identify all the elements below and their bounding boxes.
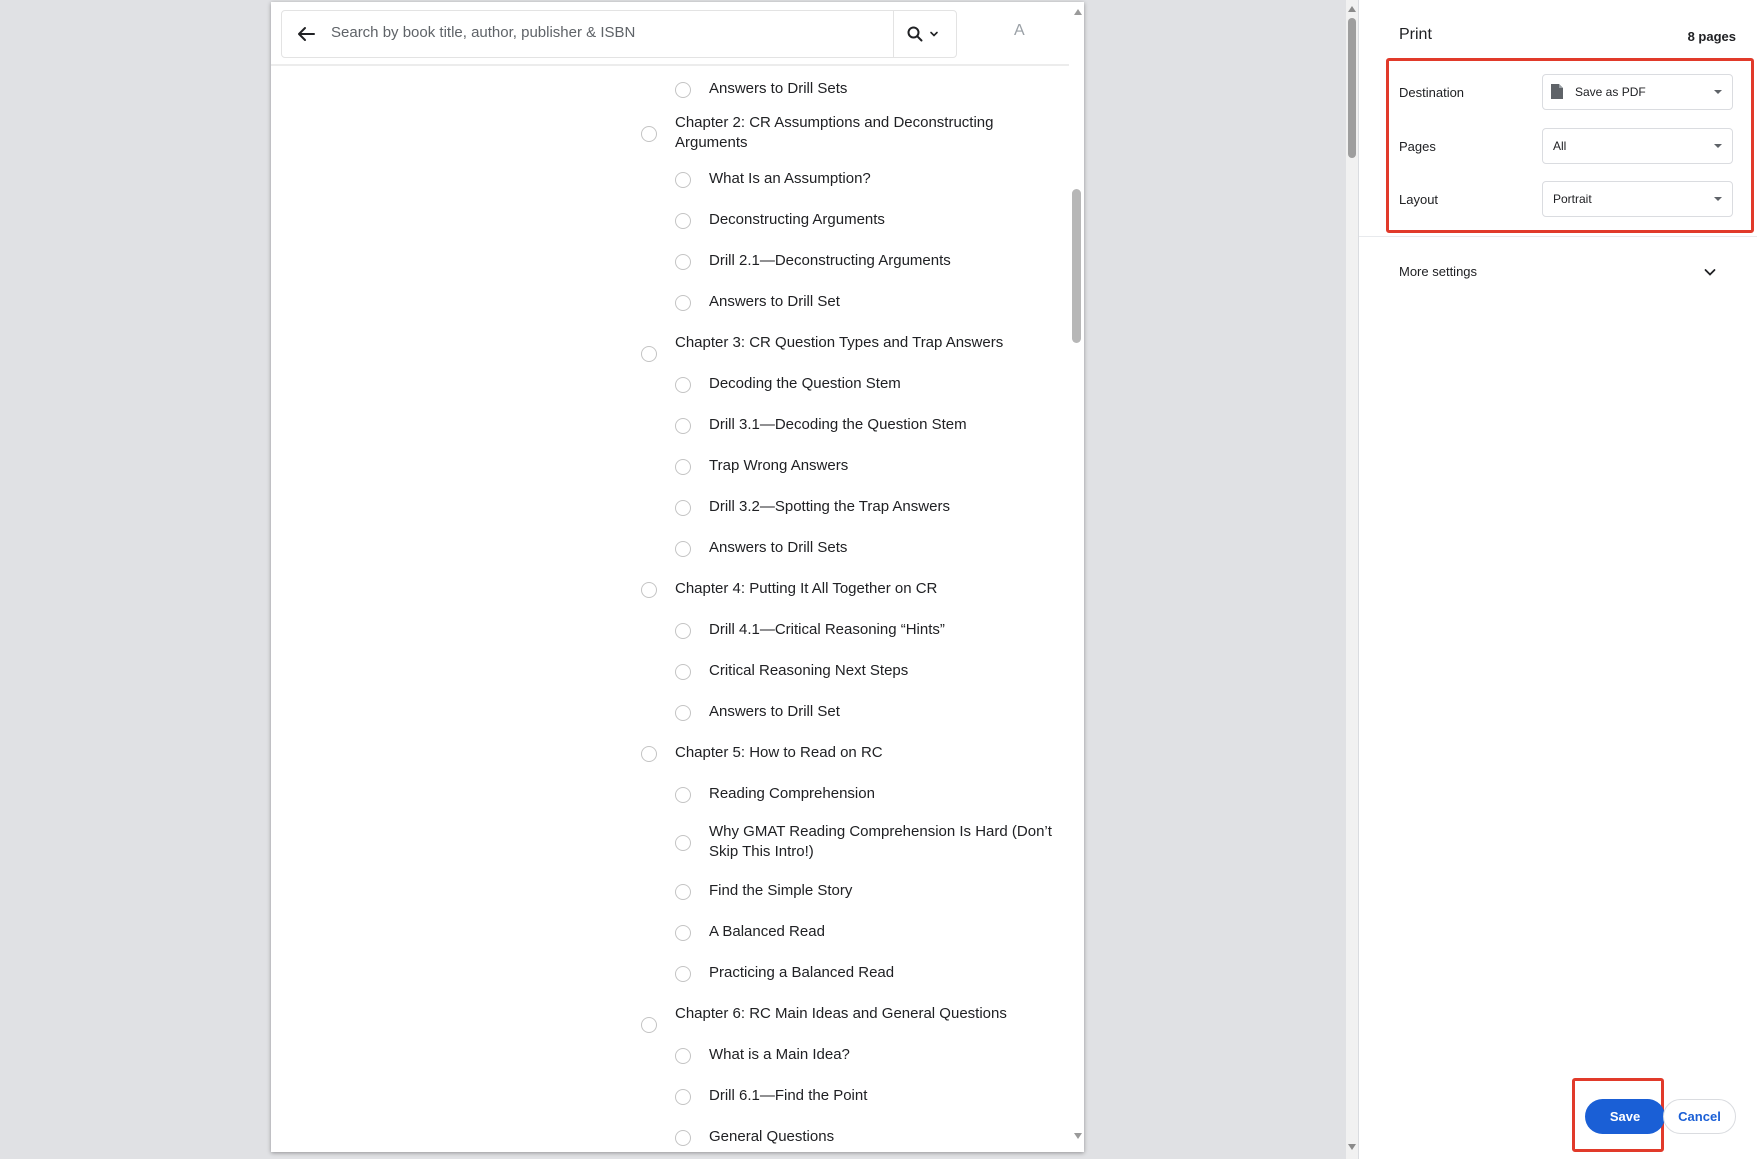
toc-item-label: Drill 3.1—Decoding the Question Stem (709, 416, 967, 433)
toc-item-label: Drill 4.1—Critical Reasoning “Hints” (709, 621, 945, 638)
toc-item-label: Trap Wrong Answers (709, 457, 849, 474)
toc-item-label: What is a Main Idea? (709, 1046, 850, 1063)
search-bar: Search by book title, author, publisher … (281, 10, 957, 58)
toc-item-label: Drill 3.2—Spotting the Trap Answers (709, 498, 950, 515)
print-title: Print (1399, 26, 1432, 43)
scroll-up-arrow-icon[interactable] (1074, 9, 1082, 15)
caret-down-icon (1714, 144, 1722, 148)
toc-item-label: Chapter 2: CR Assumptions and Deconstruc… (675, 114, 994, 151)
toc-item-label: Critical Reasoning Next Steps (709, 662, 909, 679)
cancel-button[interactable]: Cancel (1663, 1099, 1736, 1134)
pages-label: Pages (1399, 139, 1436, 154)
radio-button[interactable] (675, 541, 691, 557)
radio-button[interactable] (641, 126, 657, 142)
radio-button[interactable] (675, 172, 691, 188)
preview-scrollbar[interactable] (1069, 2, 1084, 1152)
radio-button[interactable] (675, 254, 691, 270)
radio-button[interactable] (675, 377, 691, 393)
toc-item-label: Chapter 3: CR Question Types and Trap An… (675, 334, 1004, 351)
chevron-down-icon[interactable] (1702, 264, 1718, 280)
radio-button[interactable] (641, 1017, 657, 1033)
pages-select[interactable]: All (1542, 128, 1733, 164)
radio-button[interactable] (675, 664, 691, 680)
toc-item-label: Answers to Drill Set (709, 703, 840, 720)
destination-value: Save as PDF (1575, 85, 1646, 99)
scroll-down-arrow-icon[interactable] (1074, 1133, 1082, 1139)
radio-button[interactable] (675, 82, 691, 98)
toc-item-label: Deconstructing Arguments (709, 211, 885, 228)
radio-button[interactable] (675, 1130, 691, 1146)
divider (1359, 236, 1757, 237)
toc-item-label: Chapter 5: How to Read on RC (675, 744, 883, 761)
preview-page: Search by book title, author, publisher … (271, 2, 1084, 1152)
radio-button[interactable] (675, 705, 691, 721)
search-icon (907, 26, 923, 42)
radio-button[interactable] (641, 346, 657, 362)
toc-item-label: Decoding the Question Stem (709, 375, 901, 392)
radio-button[interactable] (675, 835, 691, 851)
document-icon (1551, 84, 1563, 99)
toc-item-label: Answers to Drill Set (709, 293, 840, 310)
destination-label: Destination (1399, 85, 1465, 100)
radio-button[interactable] (641, 746, 657, 762)
radio-button[interactable] (675, 884, 691, 900)
destination-select[interactable]: Save as PDF (1542, 74, 1733, 110)
toc-item-label: Chapter 4: Putting It All Together on CR (675, 580, 938, 597)
layout-value: Portrait (1553, 192, 1592, 206)
toc-item-label: What Is an Assumption? (709, 170, 871, 187)
toc-item-label: General Questions (709, 1128, 835, 1145)
radio-button[interactable] (675, 418, 691, 434)
toc-item-label: Practicing a Balanced Read (709, 964, 895, 981)
font-size-button[interactable]: A (1014, 22, 1025, 40)
chevron-down-icon (930, 31, 938, 37)
caret-down-icon (1714, 197, 1722, 201)
page-count: 8 pages (1687, 29, 1736, 44)
layout-label: Layout (1399, 192, 1439, 207)
toc-item-label: Reading Comprehension (709, 785, 875, 802)
toc-item-label: Why GMAT Reading Comprehension Is Hard (… (709, 823, 1052, 860)
radio-button[interactable] (675, 1048, 691, 1064)
header-divider (271, 64, 1071, 66)
preview-outer-scrollbar[interactable] (1346, 0, 1358, 1159)
toc-item-label: Answers to Drill Sets (709, 80, 848, 97)
scroll-down-arrow-icon[interactable] (1348, 1144, 1356, 1150)
search-type-dropdown[interactable] (893, 11, 956, 57)
radio-button[interactable] (675, 966, 691, 982)
toc-item-label: Drill 2.1—Deconstructing Arguments (709, 252, 951, 269)
print-settings-panel: Print 8 pages Destination Save as PDF Pa… (1358, 0, 1757, 1159)
more-settings-toggle[interactable]: More settings (1399, 264, 1477, 279)
print-preview-area: Search by book title, author, publisher … (0, 0, 1358, 1159)
radio-button[interactable] (675, 459, 691, 475)
pages-value: All (1553, 139, 1567, 153)
caret-down-icon (1714, 90, 1722, 94)
radio-button[interactable] (675, 1089, 691, 1105)
save-button[interactable]: Save (1585, 1099, 1665, 1134)
radio-button[interactable] (675, 213, 691, 229)
search-input[interactable]: Search by book title, author, publisher … (331, 24, 635, 41)
scrollbar-thumb[interactable] (1072, 189, 1081, 343)
layout-select[interactable]: Portrait (1542, 181, 1733, 217)
radio-button[interactable] (675, 295, 691, 311)
scroll-up-arrow-icon[interactable] (1348, 6, 1356, 12)
radio-button[interactable] (641, 582, 657, 598)
radio-button[interactable] (675, 623, 691, 639)
radio-button[interactable] (675, 787, 691, 803)
arrow-left-icon[interactable] (294, 22, 318, 46)
toc-item-label: Find the Simple Story (709, 882, 853, 899)
radio-button[interactable] (675, 925, 691, 941)
toc-item-label: Answers to Drill Sets (709, 539, 848, 556)
toc-item-label: Drill 6.1—Find the Point (709, 1087, 868, 1104)
toc-item-label: Chapter 6: RC Main Ideas and General Que… (675, 1005, 1007, 1022)
toc-item-label: A Balanced Read (709, 923, 825, 940)
radio-button[interactable] (675, 500, 691, 516)
outer-scrollbar-thumb[interactable] (1348, 18, 1356, 158)
